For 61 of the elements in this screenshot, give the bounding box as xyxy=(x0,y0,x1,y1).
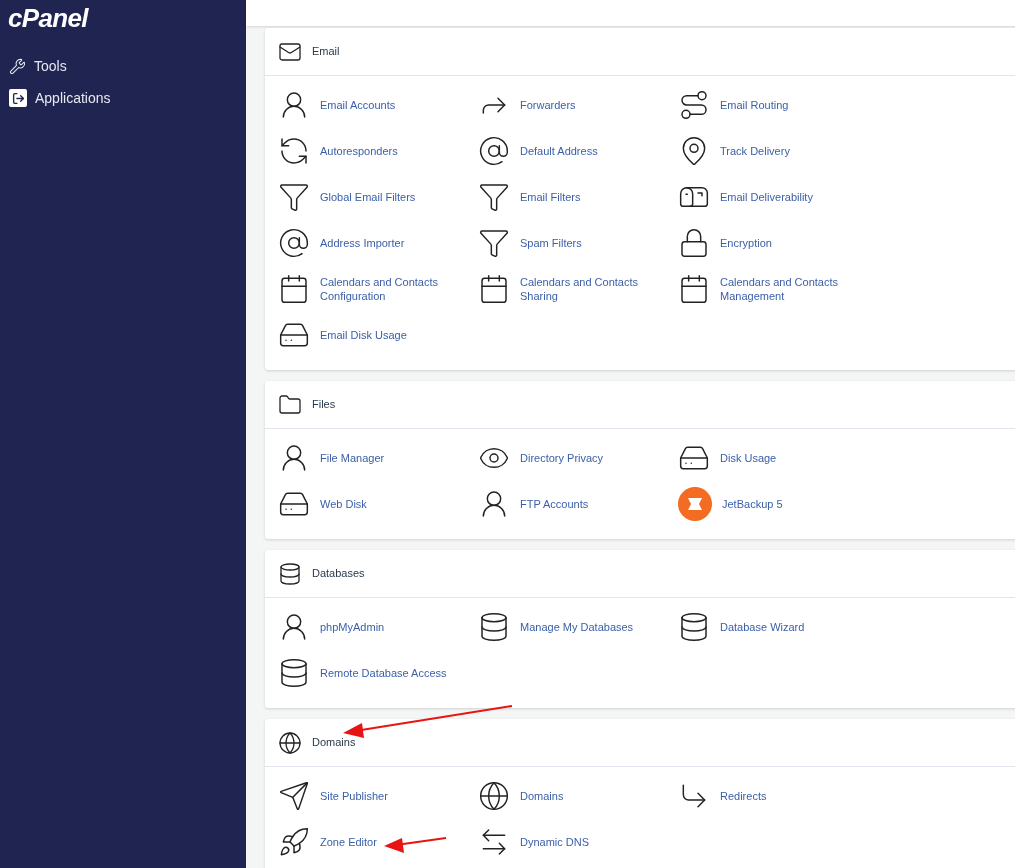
route-icon xyxy=(678,89,710,121)
feature-link[interactable]: Encryption xyxy=(678,220,878,266)
globe-icon xyxy=(278,730,302,755)
database-icon xyxy=(678,611,710,643)
feature-link[interactable]: Autoresponders xyxy=(278,128,478,174)
feature-link[interactable]: Address Importer xyxy=(278,220,478,266)
feature-link[interactable]: FTP Accounts xyxy=(478,481,678,527)
feature-link[interactable]: Email Disk Usage xyxy=(278,312,478,358)
funnel-icon xyxy=(478,227,510,259)
globe-icon xyxy=(478,780,510,812)
feature-link[interactable]: Dynamic DNS xyxy=(478,819,678,865)
sidebar-item[interactable]: Applications xyxy=(0,87,246,109)
refresh-icon xyxy=(278,135,310,167)
feature-link[interactable]: Redirects xyxy=(678,773,878,819)
section-header[interactable]: Databases xyxy=(265,550,1015,598)
section-header[interactable]: Files xyxy=(265,381,1015,429)
lock-icon xyxy=(678,227,710,259)
logo[interactable]: cPanel xyxy=(0,0,246,31)
database-icon xyxy=(278,561,302,586)
feature-link[interactable]: Email Accounts xyxy=(278,82,478,128)
database-icon xyxy=(278,657,310,689)
section-header[interactable]: Email xyxy=(265,28,1015,76)
feature-link[interactable]: Domains xyxy=(478,773,678,819)
at-sign-icon xyxy=(278,227,310,259)
sidebar-item[interactable]: Tools xyxy=(0,55,246,77)
rocket-icon xyxy=(278,826,310,858)
feature-link[interactable]: Directory Privacy xyxy=(478,435,678,481)
feature-link[interactable]: Email Deliverability xyxy=(678,174,878,220)
feature-link[interactable]: Web Disk xyxy=(278,481,478,527)
feature-link[interactable]: Track Delivery xyxy=(678,128,878,174)
feature-link[interactable]: Email Routing xyxy=(678,82,878,128)
feature-link[interactable]: Global Email Filters xyxy=(278,174,478,220)
feature-link[interactable]: Database Wizard xyxy=(678,604,878,650)
funnel-icon xyxy=(478,181,510,213)
at-sign-icon xyxy=(478,135,510,167)
feature-link[interactable]: Email Filters xyxy=(478,174,678,220)
tools-icon xyxy=(9,57,26,75)
feature-link[interactable]: Remote Database Access xyxy=(278,650,478,696)
database-icon xyxy=(478,611,510,643)
feature-link[interactable]: phpMyAdmin xyxy=(278,604,478,650)
paper-plane-icon xyxy=(278,780,310,812)
feature-link[interactable]: Forwarders xyxy=(478,82,678,128)
feature-link[interactable]: Zone Editor xyxy=(278,819,478,865)
calendar-icon xyxy=(278,273,310,305)
calendar-icon xyxy=(678,273,710,305)
feature-link[interactable]: Default Address xyxy=(478,128,678,174)
feature-link[interactable]: File Manager xyxy=(278,435,478,481)
feature-link[interactable]: Site Publisher xyxy=(278,773,478,819)
feature-link[interactable]: Calendars and Contacts Management xyxy=(678,266,878,312)
annotation-arrow xyxy=(384,837,447,853)
feature-link[interactable]: Calendars and Contacts Sharing xyxy=(478,266,678,312)
feature-link[interactable]: Calendars and Contacts Configuration xyxy=(278,266,478,312)
feature-link[interactable]: JetBackup 5 xyxy=(678,481,878,527)
feature-link[interactable]: Disk Usage xyxy=(678,435,878,481)
exit-icon xyxy=(9,89,27,107)
folder-icon xyxy=(278,392,302,417)
calendar-icon xyxy=(478,273,510,305)
feature-link[interactable]: Spam Filters xyxy=(478,220,678,266)
feature-link[interactable]: Manage My Databases xyxy=(478,604,678,650)
funnel-icon xyxy=(278,181,310,213)
backup-logo-icon xyxy=(678,487,712,521)
